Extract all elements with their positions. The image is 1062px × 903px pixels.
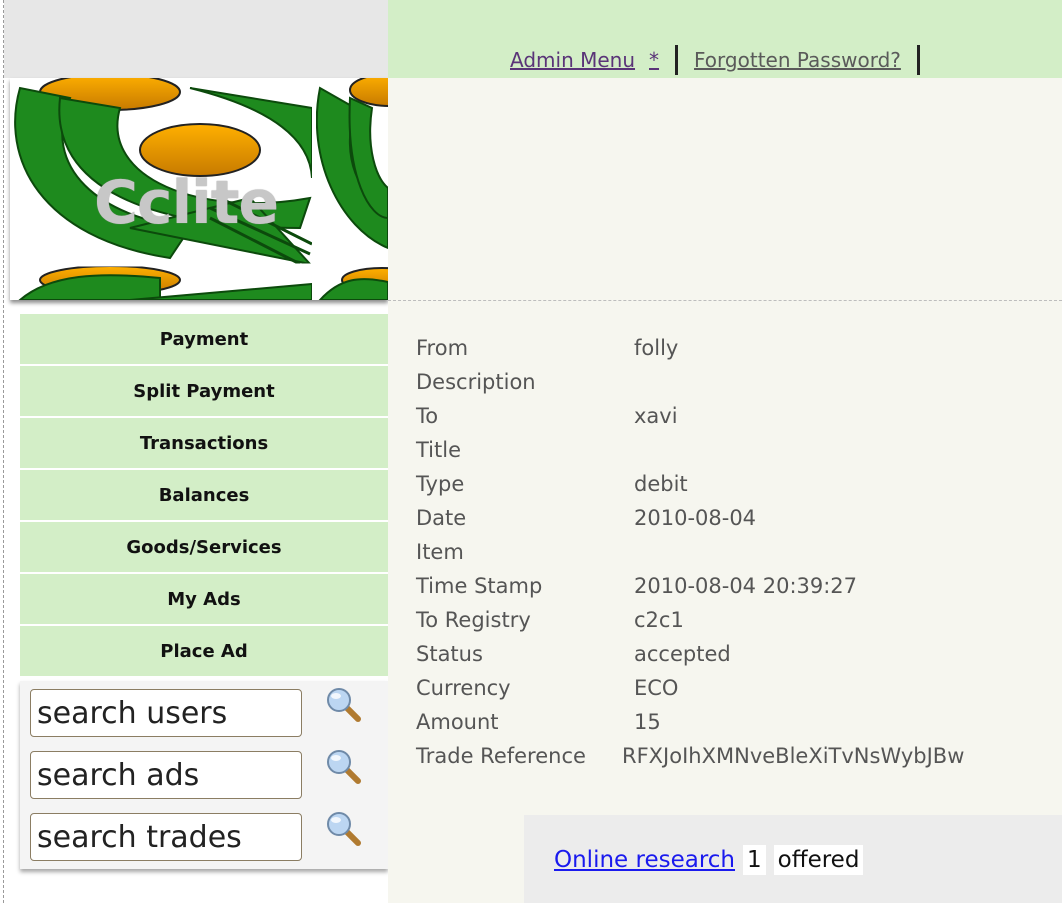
detail-value: debit	[634, 472, 688, 496]
detail-row-status: Status accepted	[416, 637, 964, 671]
detail-value: folly	[634, 336, 679, 360]
goods-summary-box: Online research 1 offered	[524, 815, 1062, 903]
logo-text: Cclite	[94, 168, 279, 238]
detail-label: Time Stamp	[416, 574, 543, 598]
detail-row-to-registry: To Registry c2c1	[416, 603, 964, 637]
top-navigation: Admin Menu * Forgotten Password?	[510, 44, 936, 76]
main-menu: Payment Split Payment Transactions Balan…	[20, 314, 388, 678]
detail-value: 15	[634, 710, 661, 734]
menu-item-balances[interactable]: Balances	[20, 470, 388, 520]
nav-separator	[916, 45, 920, 75]
detail-value: c2c1	[634, 608, 684, 632]
menu-item-place-ad[interactable]: Place Ad	[20, 626, 388, 676]
detail-label: To Registry	[416, 608, 531, 632]
search-ads-input[interactable]: search ads	[30, 751, 302, 799]
detail-label: Trade Reference	[416, 744, 586, 768]
detail-value: 2010-08-04	[634, 506, 757, 530]
detail-row-amount: Amount 15	[416, 705, 964, 739]
detail-row-currency: Currency ECO	[416, 671, 964, 705]
left-header-strip	[4, 0, 388, 78]
detail-value: 2010-08-04 20:39:27	[634, 574, 858, 598]
magnifier-icon[interactable]	[324, 809, 364, 849]
detail-row-date: Date 2010-08-04	[416, 501, 964, 535]
detail-label: Title	[416, 438, 462, 462]
detail-label: Amount	[416, 710, 499, 734]
detail-row-type: Type debit	[416, 467, 964, 501]
search-trades-input[interactable]: search trades	[30, 813, 302, 861]
detail-value: accepted	[634, 642, 731, 666]
menu-item-my-ads[interactable]: My Ads	[20, 574, 388, 624]
goods-status: offered	[773, 845, 864, 875]
detail-value: ECO	[634, 676, 679, 700]
search-panel: search users search ads search trades	[20, 681, 388, 869]
detail-row-trade-reference: Trade Reference RFXJoIhXMNveBleXiTvNsWyb…	[416, 739, 964, 773]
page-left-border	[3, 0, 4, 903]
detail-row-from: From folly	[416, 331, 964, 365]
detail-label: Date	[416, 506, 467, 530]
menu-item-goods-services[interactable]: Goods/Services	[20, 522, 388, 572]
detail-row-description: Description	[416, 365, 964, 399]
menu-item-transactions[interactable]: Transactions	[20, 418, 388, 468]
goods-summary-line: Online research 1 offered	[554, 845, 864, 875]
magnifier-icon[interactable]	[324, 685, 364, 725]
detail-row-to: To xavi	[416, 399, 964, 433]
search-users-input[interactable]: search users	[30, 689, 302, 737]
search-trades-row: search trades	[30, 809, 388, 865]
detail-label: Status	[416, 642, 483, 666]
transaction-details: From folly Description To xavi Title Typ…	[416, 331, 964, 773]
detail-label: Currency	[416, 676, 511, 700]
search-users-row: search users	[30, 685, 388, 741]
detail-value: RFXJoIhXMNveBleXiTvNsWybJBw	[622, 744, 965, 768]
detail-label: Description	[416, 370, 536, 394]
search-ads-row: search ads	[30, 747, 388, 803]
asterisk-link[interactable]: *	[649, 48, 659, 72]
nav-separator	[675, 45, 679, 75]
detail-row-time-stamp: Time Stamp 2010-08-04 20:39:27	[416, 569, 964, 603]
detail-value: xavi	[634, 404, 678, 428]
goods-count: 1	[743, 845, 766, 875]
menu-item-split-payment[interactable]: Split Payment	[20, 366, 388, 416]
detail-row-title: Title	[416, 433, 964, 467]
magnifier-icon[interactable]	[324, 747, 364, 787]
goods-link[interactable]: Online research	[554, 847, 735, 873]
detail-label: To	[416, 404, 439, 428]
transaction-content: From folly Description To xavi Title Typ…	[388, 301, 1062, 903]
admin-menu-link[interactable]: Admin Menu	[510, 48, 635, 72]
menu-item-payment[interactable]: Payment	[20, 314, 388, 364]
detail-label: From	[416, 336, 469, 360]
detail-label: Item	[416, 540, 464, 564]
forgotten-password-link[interactable]: Forgotten Password?	[694, 48, 901, 72]
detail-row-item: Item	[416, 535, 964, 569]
detail-label: Type	[416, 472, 465, 496]
cclite-logo: Cclite	[10, 78, 388, 300]
header-area	[388, 78, 1062, 301]
